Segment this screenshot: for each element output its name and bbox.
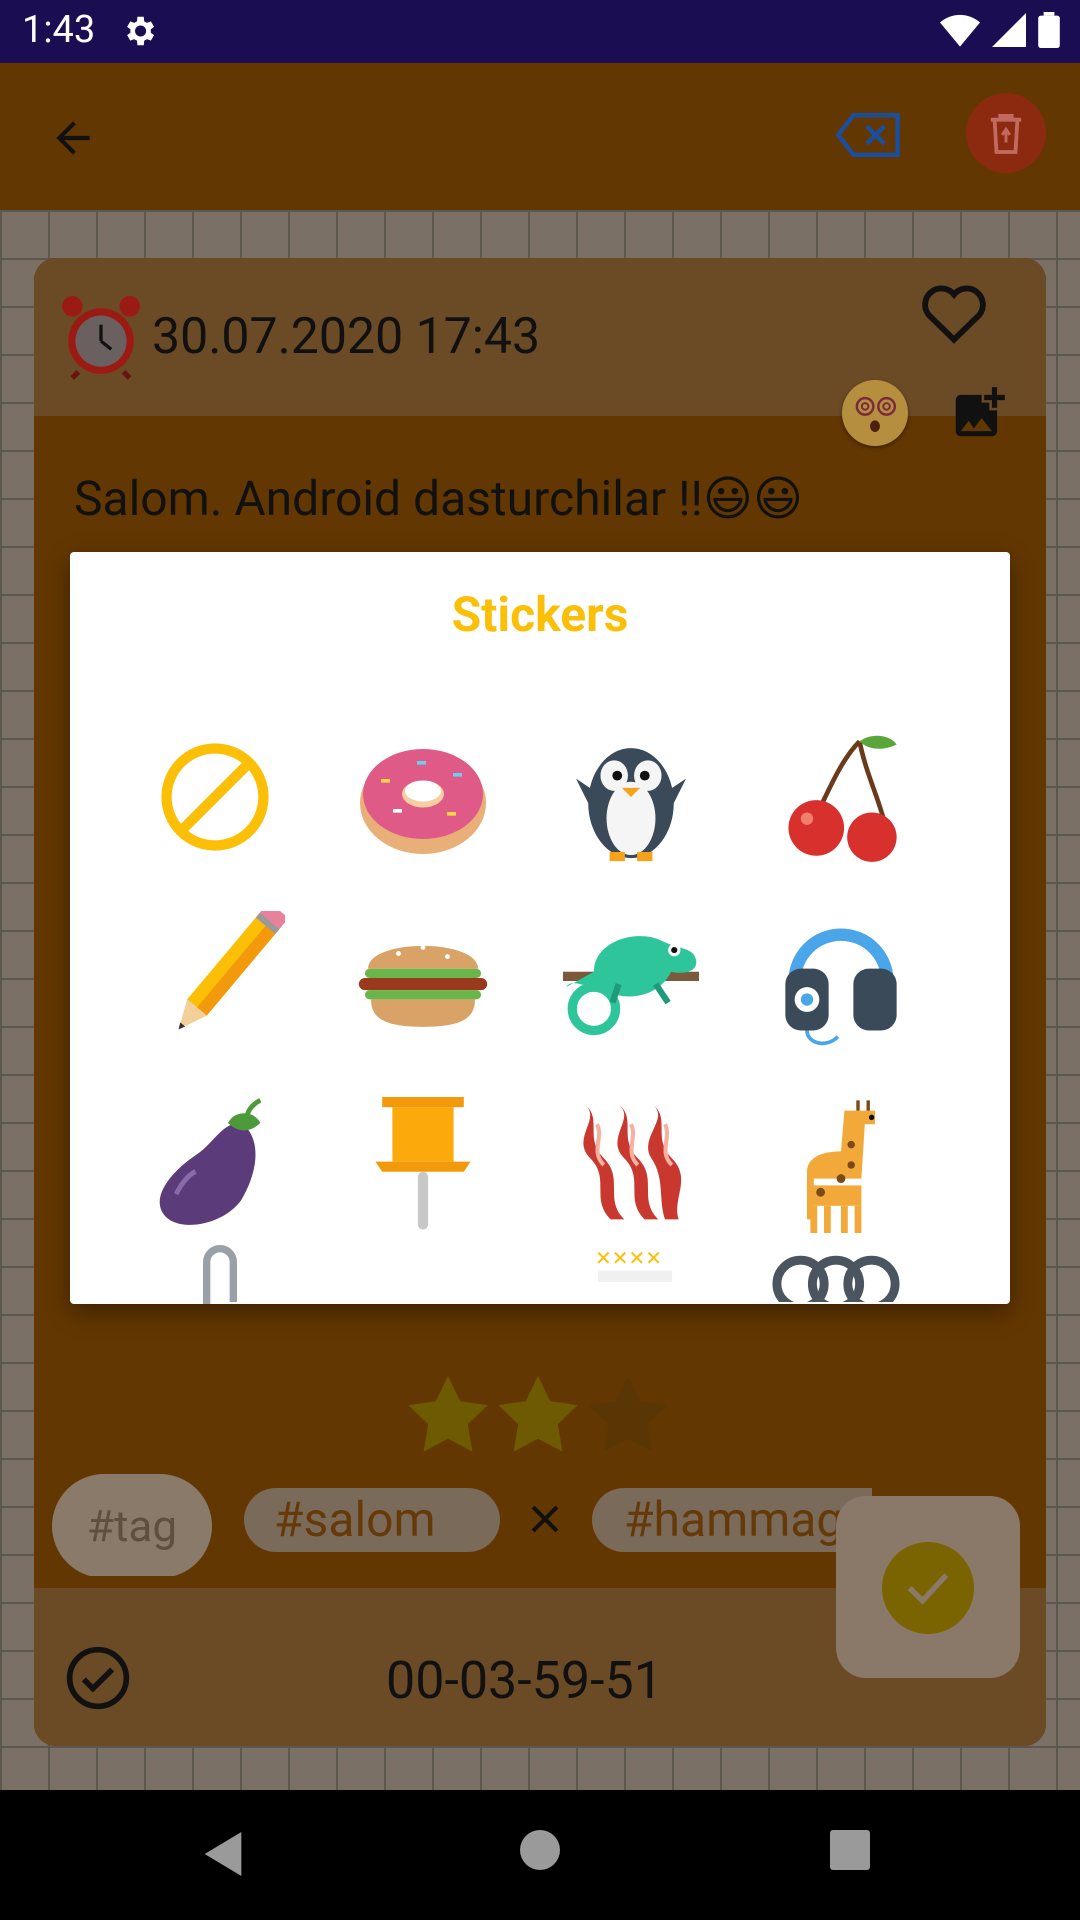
star-filled-icon[interactable] [498,1376,578,1452]
check-icon [907,1573,949,1605]
tag-chip[interactable]: #salom [244,1488,500,1552]
nav-back-icon[interactable] [204,1832,242,1880]
headphones-icon[interactable] [766,906,916,1056]
back-arrow-icon[interactable] [48,113,98,167]
dizzy-face-sticker-icon[interactable] [842,380,908,446]
tag-chip[interactable]: #hammag [592,1488,872,1552]
donut-icon[interactable] [348,722,498,872]
note-date[interactable]: 30.07.2020 17:43 [152,308,540,366]
cherry-icon[interactable] [766,722,916,872]
favorite-heart-icon[interactable] [918,280,990,348]
confirm-button[interactable] [882,1542,974,1634]
rating-stars[interactable] [408,1376,668,1452]
tag-chip-label: #salom [274,1491,436,1548]
delete-button[interactable] [966,93,1046,173]
close-icon[interactable] [528,1502,562,1540]
star-empty-icon[interactable] [588,1376,668,1452]
tags-row: #tag #salom #hammag [52,1466,872,1576]
sticker-grid: ✕✕✕✕ [70,702,1010,1304]
bacon-icon[interactable] [556,1090,706,1240]
fab-container [836,1496,1020,1678]
wifi-icon [940,14,980,47]
timer-text: 00-03-59-51 [386,1650,663,1711]
stickers-dialog: Stickers ✕✕✕✕ [70,552,1010,1304]
status-time: 1:43 [22,8,96,52]
tag-input[interactable]: #tag [52,1474,212,1576]
burger-icon[interactable] [348,906,498,1056]
alarm-clock-icon[interactable] [60,294,142,384]
dialog-title: Stickers [451,586,629,643]
nav-recents-icon[interactable] [830,1830,870,1870]
note-header: 30.07.2020 17:43 [34,258,1046,446]
chameleon-icon[interactable] [556,906,706,1056]
settings-gear-icon [120,12,158,54]
giraffe-icon[interactable] [766,1090,916,1240]
backspace-icon[interactable] [835,113,902,161]
navigation-bar [0,1790,1080,1920]
nav-home-icon[interactable] [520,1830,560,1870]
status-bar: 1:43 [0,0,1080,63]
popcorn-icon[interactable]: ✕✕✕✕ [590,1242,680,1304]
check-circle-icon[interactable] [64,1644,132,1716]
add-image-icon[interactable] [948,382,1010,448]
trash-icon [990,114,1022,154]
paperclip-icon[interactable] [180,1242,260,1304]
pencil-icon[interactable] [140,906,290,1056]
penguin-icon[interactable] [556,722,706,872]
svg-text:✕✕✕✕: ✕✕✕✕ [595,1246,662,1270]
battery-icon [1038,12,1060,48]
handcuffs-icon[interactable] [766,1242,906,1304]
none-icon[interactable] [140,722,290,872]
star-filled-icon[interactable] [408,1376,488,1452]
app-bar [0,63,1080,210]
signal-icon [992,13,1026,47]
note-text[interactable]: Salom. Android dasturchilar !!😃😃 [74,470,803,527]
eggplant-icon[interactable] [140,1090,290,1240]
pushpin-icon[interactable] [348,1090,498,1240]
tag-chip-label: #hammag [624,1491,844,1548]
